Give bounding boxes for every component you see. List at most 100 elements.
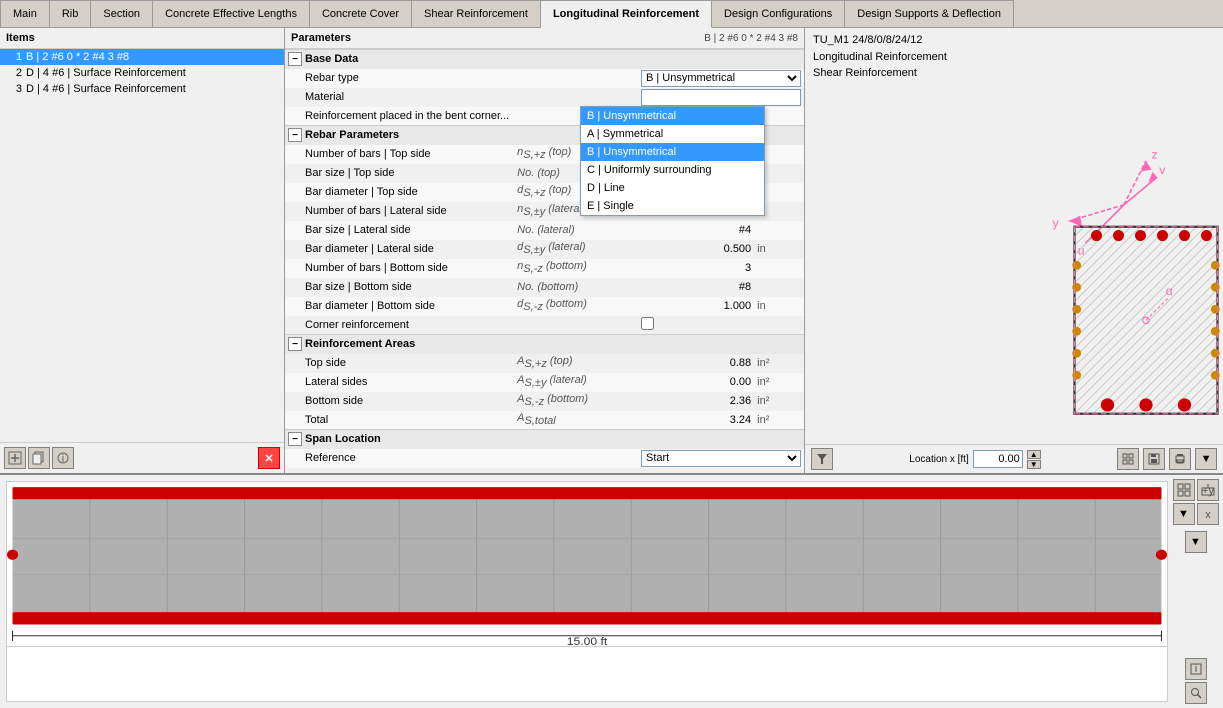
param-value: 3 <box>638 259 754 278</box>
svg-text:i: i <box>1194 663 1196 675</box>
dropdown-item-b-unsymmetrical[interactable]: B | Unsymmetrical <box>581 143 764 161</box>
filter-button[interactable] <box>811 448 833 470</box>
param-symbol: No. (bottom) <box>514 278 638 297</box>
svg-text:+y: +y <box>1202 485 1214 497</box>
tab-concrete-effective-lengths[interactable]: Concrete Effective Lengths <box>153 0 310 27</box>
param-name: Corner reinforcement <box>285 316 514 335</box>
param-symbol <box>514 88 638 107</box>
param-value: 0.88 <box>638 354 754 373</box>
more-viz-button[interactable]: ▼ <box>1195 448 1217 470</box>
param-name: Bar size | Bottom side <box>285 278 514 297</box>
view-3d-button[interactable]: ▼ <box>1173 503 1195 525</box>
param-symbol: nS,-z (bottom) <box>514 259 638 278</box>
param-name: Bar diameter | Bottom side <box>285 297 514 316</box>
expand-reinforcement-areas[interactable]: − <box>288 337 302 351</box>
item-row[interactable]: 3 D | 4 #6 | Surface Reinforcement <box>0 81 284 97</box>
param-row-total-area: Total AS,total 3.24 in² <box>285 411 804 430</box>
param-name: Bar diameter | Lateral side <box>285 240 514 259</box>
bottom-area: 15.00 ft +y ▼ x ▼ <box>0 473 1223 708</box>
dropdown-item-a-symmetrical[interactable]: A | Symmetrical <box>581 125 764 143</box>
properties-button[interactable]: i <box>52 447 74 469</box>
corner-reinforcement-checkbox[interactable] <box>641 317 654 330</box>
param-value: #4 <box>638 221 754 240</box>
location-down-button[interactable]: ▼ <box>1027 460 1041 469</box>
param-name: Bar size | Lateral side <box>285 221 514 240</box>
params-panel: Parameters B | 2 #6 0 * 2 #4 3 #8 − Base… <box>285 28 805 473</box>
tab-design-configurations[interactable]: Design Configurations <box>712 0 845 27</box>
param-row-bottom-side-area: Bottom side AS,-z (bottom) 2.36 in² <box>285 392 804 411</box>
dropdown-item-d-line[interactable]: D | Line <box>581 179 764 197</box>
param-row-lateral-sides-area: Lateral sides AS,±y (lateral) 0.00 in² <box>285 373 804 392</box>
param-symbol: dS,±y (lateral) <box>514 240 638 259</box>
param-symbol: No. (lateral) <box>514 221 638 240</box>
params-header: Parameters B | 2 #6 0 * 2 #4 3 #8 <box>285 28 804 49</box>
rebar-type-select[interactable]: B | Unsymmetrical A | Symmetrical B | Un… <box>641 70 801 87</box>
tab-rib[interactable]: Rib <box>50 0 92 27</box>
param-value-cell <box>638 316 804 335</box>
param-name: Total <box>285 411 514 430</box>
item-number: 2 <box>6 67 22 79</box>
add-table-button[interactable] <box>4 447 26 469</box>
item-number: 3 <box>6 83 22 95</box>
print-viz-button[interactable] <box>1169 448 1191 470</box>
view-x-button[interactable]: x <box>1197 503 1219 525</box>
dropdown-item-c-uniformly-surrounding[interactable]: C | Uniformly surrounding <box>581 161 764 179</box>
params-id: B | 2 #6 0 * 2 #4 3 #8 <box>704 33 798 44</box>
tab-longitudinal-reinforcement[interactable]: Longitudinal Reinforcement <box>541 0 712 28</box>
section-row-span-location: − Span Location <box>285 430 804 449</box>
fit-view-button[interactable]: ▼ <box>1185 531 1207 553</box>
save-viz-button[interactable] <box>1143 448 1165 470</box>
location-input[interactable] <box>973 450 1023 468</box>
material-input[interactable] <box>641 89 801 106</box>
params-title: Parameters <box>291 32 351 44</box>
dropdown-item-e-single[interactable]: E | Single <box>581 197 764 215</box>
param-name: Rebar type <box>285 69 514 88</box>
expand-span-location[interactable]: − <box>288 432 302 446</box>
param-name: Bar diameter | Top side <box>285 183 514 202</box>
span-detail-view <box>6 647 1168 702</box>
reference-select[interactable]: Start End <box>641 450 801 467</box>
expand-rebar-params[interactable]: − <box>288 128 302 142</box>
param-name: Number of bars | Bottom side <box>285 259 514 278</box>
view-y-button[interactable]: +y <box>1197 479 1219 501</box>
svg-text:x: x <box>1205 509 1211 521</box>
zoom-button[interactable] <box>1185 682 1207 704</box>
param-unit <box>754 278 804 297</box>
param-symbol: dS,-z (bottom) <box>514 297 638 316</box>
item-row[interactable]: 1 B | 2 #6 0 * 2 #4 3 #8 <box>0 49 284 65</box>
viz-toolbar: Location x [ft] ▲ ▼ ▼ <box>805 444 1223 473</box>
span-view: 15.00 ft <box>6 481 1168 647</box>
item-label: D | 4 #6 | Surface Reinforcement <box>26 67 278 79</box>
tab-section[interactable]: Section <box>91 0 153 27</box>
section-label: Span Location <box>305 433 381 445</box>
item-label: D | 4 #6 | Surface Reinforcement <box>26 83 278 95</box>
delete-button[interactable]: ✕ <box>258 447 280 469</box>
info-button[interactable]: i <box>1185 658 1207 680</box>
view-grid: +y ▼ x <box>1173 479 1219 525</box>
param-value: 1.000 <box>638 297 754 316</box>
param-row-bar-dia-bottom: Bar diameter | Bottom side dS,-z (bottom… <box>285 297 804 316</box>
dropdown-item-b-unsymmetrical-top[interactable]: B | Unsymmetrical <box>581 107 764 125</box>
item-number: 1 <box>6 51 22 63</box>
tab-design-supports-deflection[interactable]: Design Supports & Deflection <box>845 0 1014 27</box>
grid-view-button[interactable] <box>1117 448 1139 470</box>
location-up-button[interactable]: ▲ <box>1027 450 1041 459</box>
param-name: Lateral sides <box>285 373 514 392</box>
param-value: 0.00 <box>638 373 754 392</box>
svg-text:v: v <box>1159 162 1165 176</box>
viz-panel: TU_M1 24/8/0/8/24/12 Longitudinal Reinfo… <box>805 28 1223 473</box>
param-value-cell <box>638 88 804 107</box>
items-toolbar: i ✕ <box>0 442 284 473</box>
expand-base-data[interactable]: − <box>288 52 302 66</box>
param-name: Number of bars | Lateral side <box>285 202 514 221</box>
param-value: #8 <box>638 278 754 297</box>
copy-button[interactable] <box>28 447 50 469</box>
tab-concrete-cover[interactable]: Concrete Cover <box>310 0 412 27</box>
view-grid-button-1[interactable] <box>1173 479 1195 501</box>
param-name: Number of bars | Top side <box>285 145 514 164</box>
tab-shear-reinforcement[interactable]: Shear Reinforcement <box>412 0 541 27</box>
item-row[interactable]: 2 D | 4 #6 | Surface Reinforcement <box>0 65 284 81</box>
param-value-cell: B | Unsymmetrical A | Symmetrical B | Un… <box>638 69 804 88</box>
param-row-bar-size-lateral: Bar size | Lateral side No. (lateral) #4 <box>285 221 804 240</box>
tab-main[interactable]: Main <box>0 0 50 27</box>
